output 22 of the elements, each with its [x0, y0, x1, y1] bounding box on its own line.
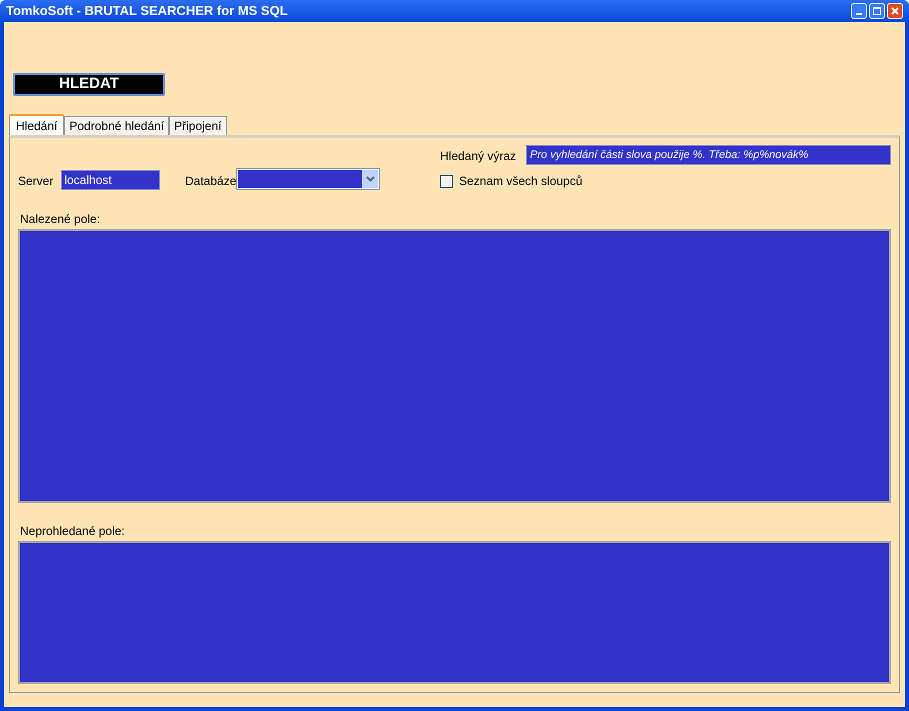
- unsearched-fields-label: Neprohledané pole:: [20, 523, 126, 540]
- database-label: Databáze: [185, 173, 236, 190]
- expression-label: Hledaný výraz: [440, 148, 516, 165]
- tab[interactable]: Hledání: [9, 114, 64, 135]
- tab[interactable]: Podrobné hledání: [64, 116, 170, 135]
- minimize-button[interactable]: [851, 3, 867, 19]
- search-button[interactable]: HLEDAT: [13, 73, 165, 96]
- unsearched-fields-list[interactable]: [18, 541, 891, 684]
- window-title: TomkoSoft - BRUTAL SEARCHER for MS SQL: [6, 2, 288, 20]
- expression-field[interactable]: Pro vyhledání části slova použije %. Třeba: %p%novák%: [526, 145, 891, 165]
- checkbox[interactable]: [440, 174, 453, 188]
- checkbox-label: Seznam všech sloupců: [459, 173, 582, 190]
- maximize-button[interactable]: [869, 3, 885, 19]
- database-dropdown[interactable]: [236, 168, 380, 190]
- close-button[interactable]: [887, 3, 903, 19]
- server-field[interactable]: localhost: [61, 170, 160, 190]
- tab[interactable]: Připojení: [169, 116, 226, 135]
- server-label: Server: [18, 173, 54, 190]
- chevron-down-icon: [366, 176, 375, 182]
- found-fields-list[interactable]: [18, 229, 891, 504]
- found-fields-label: Nalezené pole:: [20, 211, 102, 228]
- close-icon: [891, 7, 899, 15]
